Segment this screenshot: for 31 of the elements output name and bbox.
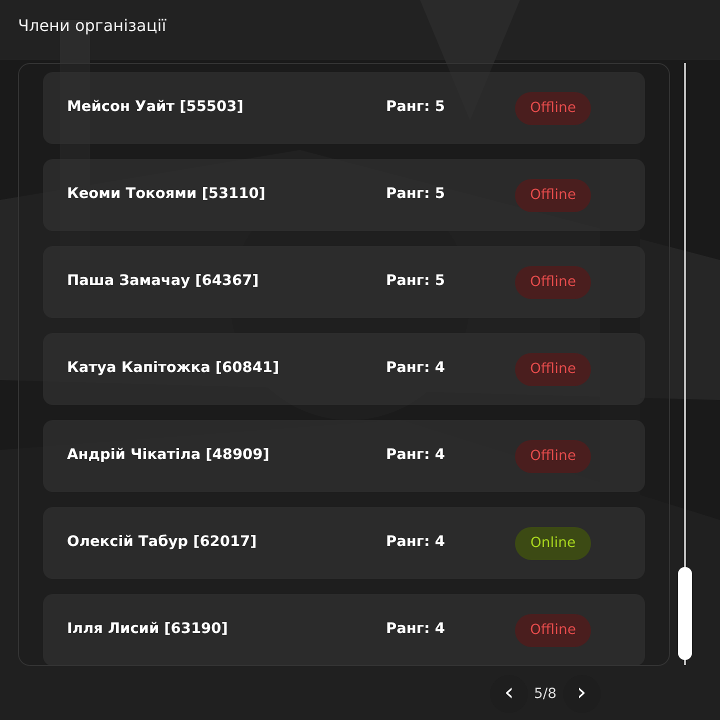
member-name: Андрій Чікатіла [48909] — [67, 446, 270, 466]
status-badge: Online — [515, 526, 591, 560]
status-badge: Offline — [515, 440, 591, 472]
member-rank: Ранг: 4 — [386, 533, 446, 552]
page-counter: 5/8 — [534, 684, 557, 704]
member-row[interactable]: Олексій Табур [62017] Ранг: 4 Online — [43, 507, 645, 579]
status-badge: Offline — [515, 92, 591, 124]
member-rank: Ранг: 5 — [386, 185, 446, 204]
member-name: Кеоми Токоями [53110] — [67, 185, 266, 204]
member-name: Мейсон Уайт [55503] — [67, 98, 244, 118]
member-name: Катуа Капітожка [60841] — [67, 359, 280, 378]
member-row[interactable]: Андрій Чікатіла [48909] Ранг: 4 Offline — [43, 420, 645, 492]
member-row[interactable]: Паша Замачау [64367] Ранг: 5 Offline — [43, 246, 645, 318]
scrollbar-thumb[interactable] — [678, 567, 692, 660]
member-rank: Ранг: 4 — [386, 446, 446, 466]
status-badge: Offline — [515, 266, 591, 298]
status-badge: Offline — [515, 614, 591, 646]
status-badge: Offline — [515, 178, 591, 212]
member-rank: Ранг: 4 — [386, 359, 446, 378]
page-title: Члени організації — [18, 15, 166, 37]
member-rank: Ранг: 4 — [386, 620, 446, 640]
member-name: Олексій Табур [62017] — [67, 533, 258, 552]
member-row[interactable]: Кеоми Токоями [53110] Ранг: 5 Offline — [43, 159, 645, 231]
status-badge: Offline — [515, 352, 591, 386]
member-row[interactable]: Ілля Лисий [63190] Ранг: 4 Offline — [43, 594, 645, 665]
member-rank: Ранг: 5 — [386, 272, 446, 292]
member-name: Ілля Лисий [63190] — [67, 620, 229, 640]
member-name: Паша Замачау [64367] — [67, 272, 260, 292]
member-row[interactable]: Мейсон Уайт [55503] Ранг: 5 Offline — [43, 72, 645, 144]
member-row[interactable]: Катуа Капітожка [60841] Ранг: 4 Offline — [43, 333, 645, 405]
member-rank: Ранг: 5 — [386, 98, 446, 118]
